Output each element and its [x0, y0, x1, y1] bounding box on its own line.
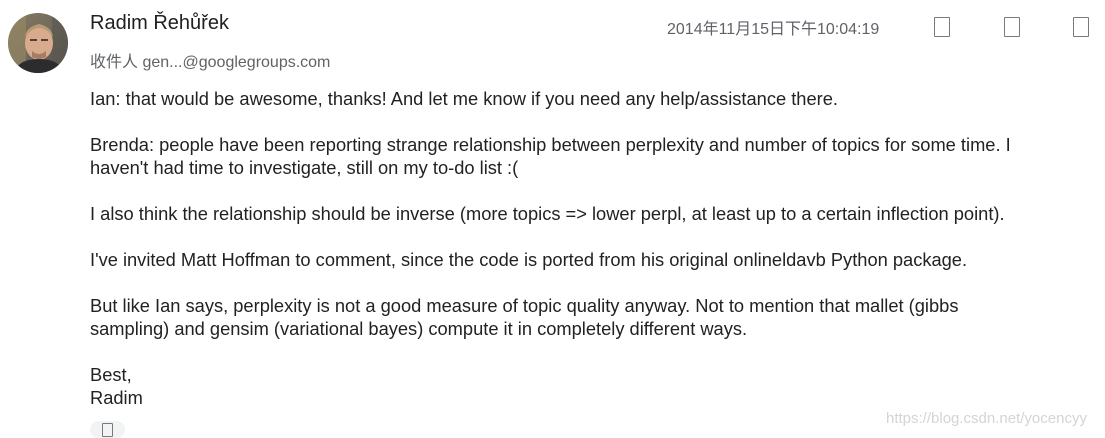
body-paragraph: Ian: that would be awesome, thanks! And … — [90, 88, 838, 109]
body-line: sampling) and gensim (variational bayes)… — [90, 318, 748, 339]
show-trimmed-content-button[interactable] — [90, 421, 125, 438]
body-paragraph: But like Ian says, perplexity is not a g… — [90, 294, 1105, 340]
avatar-image — [8, 13, 68, 73]
avatar[interactable] — [8, 13, 68, 73]
body-paragraph: I also think the relationship should be … — [90, 203, 1005, 224]
message-body: Ian: that would be awesome, thanks! And … — [90, 87, 1105, 409]
closing-text: Best, — [90, 364, 132, 385]
recipient-prefix: 收件人 — [90, 54, 139, 71]
message-timestamp: 2014年11月15日下午10:04:19 — [667, 21, 880, 38]
star-icon[interactable] — [934, 17, 950, 37]
reply-icon[interactable] — [1004, 17, 1020, 37]
email-message: Radim Řehůřek 收件人 gen...@googlegroups.co… — [0, 0, 1105, 438]
watermark: https://blog.csdn.net/yocencyy — [886, 410, 1087, 427]
sender-name[interactable]: Radim Řehůřek — [90, 12, 229, 35]
more-icon[interactable] — [1073, 17, 1089, 37]
body-line: Brenda: people have been reporting stran… — [90, 134, 1011, 155]
ellipsis-icon — [102, 423, 113, 437]
signature-block: Best, Radim — [90, 363, 1105, 409]
body-paragraph: I've invited Matt Hoffman to comment, si… — [90, 249, 968, 270]
signature-name: Radim — [90, 387, 143, 408]
body-line: But like Ian says, perplexity is not a g… — [90, 295, 959, 316]
body-line: haven't had time to investigate, still o… — [90, 157, 519, 178]
recipient-line: 收件人 gen...@googlegroups.com — [90, 48, 330, 72]
body-paragraph: Brenda: people have been reporting stran… — [90, 133, 1105, 179]
recipient-address[interactable]: gen...@googlegroups.com — [142, 54, 330, 71]
